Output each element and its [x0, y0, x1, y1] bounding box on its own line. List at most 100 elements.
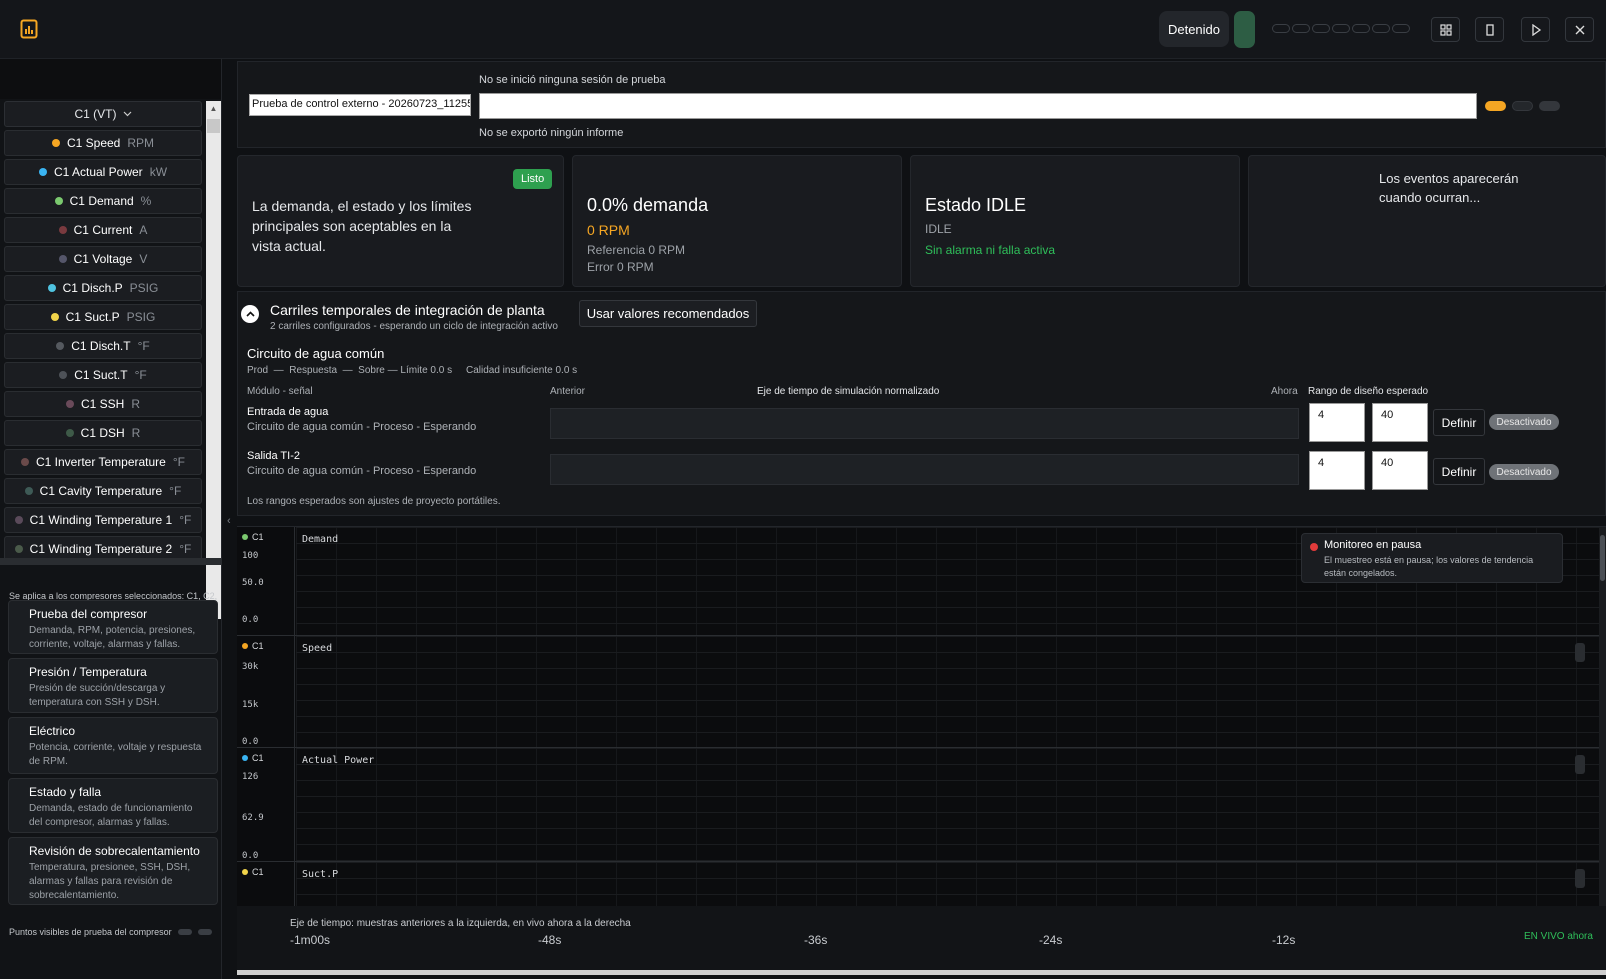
- scrollbar-thumb[interactable]: [207, 119, 220, 133]
- paused-title: Monitoreo en pausa: [1324, 539, 1422, 551]
- toggle[interactable]: [1539, 101, 1560, 111]
- disabled-toggle[interactable]: Desactivado: [1489, 414, 1559, 430]
- preset-card[interactable]: Presión / Temperatura Presión de succión/…: [8, 658, 218, 713]
- range-min-input[interactable]: 4: [1309, 403, 1365, 442]
- visible-points-label: Puntos visibles de prueba del compresor: [9, 927, 172, 937]
- series-color-icon: [242, 869, 248, 875]
- signal-row[interactable]: C1 Suct.T °F: [4, 362, 202, 388]
- play-button[interactable]: [1521, 17, 1550, 42]
- col-module: Módulo - señal: [247, 386, 313, 397]
- signal-row[interactable]: C1 DSH R: [4, 420, 202, 446]
- toggle[interactable]: [177, 929, 192, 935]
- preset-card[interactable]: Revisión de sobrecalentamiento Temperatur…: [8, 837, 218, 905]
- signal-row[interactable]: C1 Cavity Temperature °F: [4, 478, 202, 504]
- disabled-toggle[interactable]: Desactivado: [1489, 464, 1559, 480]
- channel-indicator: [1392, 24, 1410, 33]
- paused-notice: Monitoreo en pausa El muestreo está en p…: [1301, 533, 1563, 583]
- preset-card[interactable]: Estado y falla Demanda, estado de funcion…: [8, 778, 218, 833]
- state-card: Estado IDLE IDLE Sin alarma ni falla act…: [910, 155, 1240, 287]
- session-status: No se inició ninguna sesión de prueba: [479, 74, 666, 86]
- y-tick-label: 126: [242, 772, 259, 782]
- collapse-sidebar-icon[interactable]: ‹: [227, 515, 231, 527]
- lane-subtitle: Circuito de agua común - Proceso - Esper…: [247, 421, 477, 433]
- events-card: Los eventos aparecerán cuando ocurran...: [1248, 155, 1606, 287]
- collapse-lanes-button[interactable]: [241, 305, 259, 323]
- toggle-orange[interactable]: [1485, 101, 1506, 111]
- chart-resize-handle[interactable]: [1575, 869, 1585, 888]
- define-button[interactable]: Definir: [1433, 458, 1485, 485]
- signal-row[interactable]: C1 Disch.T °F: [4, 333, 202, 359]
- series-color-icon: [242, 534, 248, 540]
- charts-scrollbar[interactable]: [1599, 527, 1606, 906]
- lane-label: Salida TI-2: [247, 450, 300, 462]
- chart-plot-area[interactable]: [296, 636, 1599, 747]
- preset-card[interactable]: Eléctrico Potencia, corriente, voltaje y …: [8, 717, 218, 774]
- circuit-legend: Prod — Respuesta — Sobre — Límite 0.0 s …: [247, 365, 578, 376]
- demand-value: 0.0% demanda: [587, 195, 709, 215]
- group-select[interactable]: C1 (VT): [4, 101, 202, 127]
- stop-button[interactable]: [1475, 17, 1504, 42]
- close-button[interactable]: [1565, 17, 1594, 42]
- range-max-input[interactable]: 40: [1372, 403, 1428, 442]
- sidebar-header: [0, 59, 221, 99]
- scroll-up-icon[interactable]: ▲: [206, 101, 221, 115]
- range-max-input[interactable]: 40: [1372, 451, 1428, 490]
- series-color-icon: [47, 284, 56, 292]
- events-placeholder: Los eventos aparecerán cuando ocurran...: [1379, 171, 1519, 205]
- lane-label: Entrada de agua: [247, 406, 329, 418]
- chart-title: Actual Power: [302, 755, 375, 766]
- chart-resize-handle[interactable]: [1575, 755, 1585, 774]
- horizontal-scrollbar[interactable]: [237, 970, 1606, 975]
- y-tick-label: 0.0: [242, 737, 259, 747]
- define-button[interactable]: Definir: [1433, 409, 1485, 436]
- preset-title: Presión / Temperatura: [29, 665, 147, 679]
- y-tick-label: 30k: [242, 662, 259, 672]
- status-indicator: Detenido: [1159, 11, 1229, 47]
- session-name-field[interactable]: Prueba de control externo - 20260723_112…: [249, 94, 471, 116]
- y-tick-label: 15k: [242, 700, 259, 710]
- signal-unit: R: [131, 426, 141, 440]
- signal-row[interactable]: C1 Suct.P PSIG: [4, 304, 202, 330]
- toggle[interactable]: [197, 929, 212, 935]
- preset-card[interactable]: Prueba del compresor Demanda, RPM, potenc…: [8, 600, 218, 654]
- signal-row[interactable]: C1 Disch.P PSIG: [4, 275, 202, 301]
- series-label: C1: [252, 867, 264, 877]
- signal-unit: RPM: [127, 136, 155, 150]
- signal-unit: °F: [134, 368, 147, 382]
- scrollbar-thumb[interactable]: [1600, 535, 1605, 581]
- signal-unit: %: [140, 194, 152, 208]
- session-progress-bar: [479, 93, 1477, 119]
- use-recommended-button[interactable]: Usar valores recomendados: [579, 300, 757, 327]
- lanes-title: Carriles temporales de integración de pl…: [270, 302, 545, 318]
- signal-row[interactable]: C1 Winding Temperature 1 °F: [4, 507, 202, 533]
- signal-row[interactable]: C1 Speed RPM: [4, 130, 202, 156]
- signal-name: C1 DSH: [80, 426, 125, 440]
- chart-plot-area[interactable]: [296, 748, 1599, 861]
- chart-resize-handle[interactable]: [1575, 643, 1585, 662]
- play-icon: [1531, 23, 1541, 36]
- trend-chart[interactable]: C1 Actual Power 126 62.9 0.0: [237, 748, 1599, 862]
- main-content: Prueba de control externo - 20260723_112…: [237, 59, 1606, 979]
- sidebar-scrollbar[interactable]: ▲ ▼: [206, 101, 221, 619]
- time-axis: Eje de tiempo: muestras anteriores a la …: [237, 906, 1606, 970]
- signal-unit: PSIG: [126, 310, 156, 324]
- summary-card: Listo La demanda, el estado y los límite…: [237, 155, 564, 287]
- visible-points-row: Puntos visibles de prueba del compresor: [9, 927, 212, 937]
- signal-row[interactable]: C1 Voltage V: [4, 246, 202, 272]
- signal-row[interactable]: C1 SSH R: [4, 391, 202, 417]
- state-value: Estado IDLE: [925, 195, 1027, 215]
- trend-chart[interactable]: C1 Suct.P: [237, 862, 1599, 906]
- preset-description: Potencia, corriente, voltaje y respuesta…: [29, 742, 202, 767]
- range-min-input[interactable]: 4: [1309, 451, 1365, 490]
- signal-row[interactable]: C1 Demand%: [4, 188, 202, 214]
- trend-chart[interactable]: C1 Speed 30k 15k 0.0: [237, 636, 1599, 748]
- signal-row[interactable]: C1 Current A: [4, 217, 202, 243]
- grid-button[interactable]: [1431, 17, 1460, 42]
- toggle[interactable]: [1512, 101, 1533, 111]
- chart-plot-area[interactable]: [296, 862, 1599, 906]
- signal-row[interactable]: C1 Inverter Temperature °F: [4, 449, 202, 475]
- series-color-icon: [51, 139, 60, 147]
- signal-row[interactable]: C1 Actual Power kW: [4, 159, 202, 185]
- signal-unit: °F: [179, 542, 192, 556]
- close-icon: [1575, 25, 1584, 34]
